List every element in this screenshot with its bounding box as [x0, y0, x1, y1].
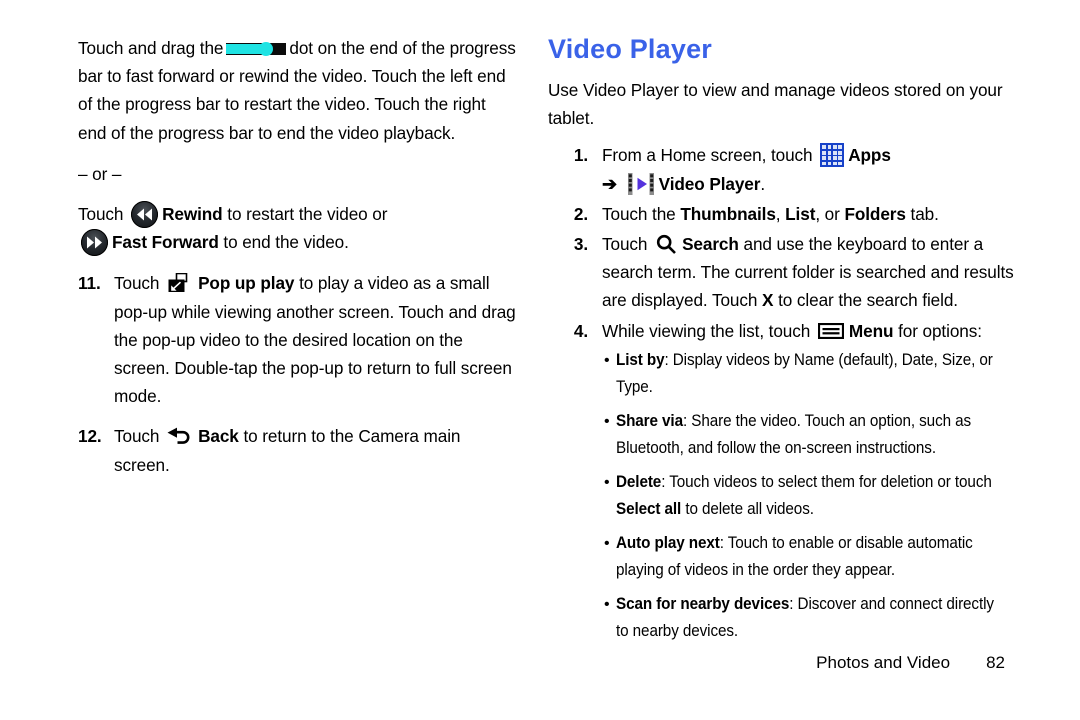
step-12-number: 12.: [78, 426, 102, 447]
fast-forward-trailing-text: to end the video.: [223, 232, 349, 253]
video-player-label: Video Player: [658, 173, 761, 194]
rewind-icon: [131, 201, 159, 229]
folders-tab-label: Folders: [844, 203, 906, 224]
option-share-via-label: Share via: [616, 411, 683, 430]
paragraph-progress-bar-text-before: Touch and drag the: [78, 38, 224, 58]
bullet-icon: •: [604, 412, 610, 430]
bullet-icon: •: [604, 534, 610, 552]
select-all-label: Select all: [616, 500, 682, 519]
search-label: Search: [682, 234, 739, 255]
step-1-lead-text: From a Home screen, touch: [602, 145, 813, 166]
list-tab-label: List: [785, 203, 816, 224]
step-12-lead-text: Touch: [114, 426, 160, 447]
option-list-by-text: : Display videos by Name (default), Date…: [616, 350, 993, 397]
numbered-step-1: 1. From a Home screen, touch Apps ➔ Vide…: [548, 141, 1026, 197]
step-4-text: for options:: [898, 320, 982, 341]
step-2-number: 2.: [573, 203, 588, 224]
step-2-text: tab.: [910, 203, 939, 224]
bullet-icon: •: [604, 473, 610, 491]
step-3-lead-text: Touch: [602, 234, 648, 255]
footer-chapter-name: Photos and Video: [816, 653, 951, 672]
search-icon: [656, 234, 676, 254]
option-share-via: • Share via: Share the video. Touch an o…: [548, 408, 1026, 463]
bullet-icon: •: [604, 351, 610, 369]
paragraph-progress-bar: Touch and drag the dot on the end of the …: [78, 34, 518, 147]
rewind-label: Rewind: [162, 204, 223, 225]
arrow-icon: ➔: [602, 173, 617, 194]
rewind-lead-text: Touch: [78, 204, 124, 225]
apps-grid-icon: [820, 143, 845, 168]
option-auto-play-next-label: Auto play next: [616, 533, 720, 552]
step-12-label: Back: [198, 426, 239, 447]
menu-label: Menu: [848, 320, 894, 341]
page-title: Video Player: [548, 34, 712, 64]
fast-forward-icon: [81, 229, 108, 257]
fast-forward-label: Fast Forward: [112, 232, 219, 253]
numbered-step-11: 11. Touch Pop up play to play a video as…: [78, 269, 518, 410]
step-2-lead-text: Touch the: [602, 203, 676, 224]
numbered-step-3: 3. Touch Search and use the keyboard to …: [548, 230, 1026, 315]
option-list-by: • List by: Display videos by Name (defau…: [548, 347, 1026, 402]
option-scan-nearby-devices-label: Scan for nearby devices: [616, 594, 790, 613]
right-column: Video Player Use Video Player to view an…: [548, 34, 1026, 652]
clear-x-label: X: [762, 290, 774, 311]
apps-label: Apps: [848, 145, 891, 166]
left-column: Touch and drag the dot on the end of the …: [78, 34, 518, 491]
document-page: Touch and drag the dot on the end of the …: [0, 0, 1080, 720]
video-player-film-icon: [627, 172, 654, 195]
menu-options-list: • List by: Display videos by Name (defau…: [548, 347, 1026, 646]
option-list-by-label: List by: [616, 350, 665, 369]
or-separator: – or –: [78, 163, 122, 184]
step-1-number: 1.: [573, 145, 588, 166]
numbered-step-2: 2. Touch the Thumbnails, List, or Folder…: [548, 200, 1026, 228]
page-footer: Photos and Video 82: [0, 653, 1005, 673]
step-2-sep-2: , or: [815, 203, 840, 224]
numbered-step-4: 4. While viewing the list, touch Menu fo…: [548, 317, 1026, 345]
option-delete-label: Delete: [616, 472, 662, 491]
step-11-lead-text: Touch: [114, 273, 160, 294]
footer-page-number: 82: [986, 653, 1005, 672]
step-2-sep-1: ,: [775, 203, 781, 224]
step-12-text: to return to the Camera main screen.: [114, 426, 461, 475]
step-3-text-end: to clear the search field.: [778, 290, 958, 311]
option-delete-text-end: to delete all videos.: [681, 500, 814, 519]
pop-up-play-icon: [168, 273, 193, 293]
numbered-step-12: 12. Touch Back to return to the Camera m…: [78, 422, 518, 478]
back-icon: [167, 425, 193, 445]
rewind-trailing-text: to restart the video or: [227, 204, 388, 225]
option-delete-text: : Touch videos to select them for deleti…: [661, 472, 992, 491]
option-delete: • Delete: Touch videos to select them fo…: [548, 469, 1026, 524]
bullet-icon: •: [604, 595, 610, 613]
step-11-label: Pop up play: [198, 273, 295, 294]
step-3-number: 3.: [573, 234, 588, 255]
step-4-lead-text: While viewing the list, touch: [602, 320, 811, 341]
step-4-number: 4.: [573, 320, 588, 341]
thumbnails-tab-label: Thumbnails: [680, 203, 776, 224]
step-1-period: .: [760, 173, 766, 194]
paragraph-rewind-fastforward: Touch Rewind to restart the video or Fas…: [78, 200, 518, 257]
option-scan-nearby-devices: • Scan for nearby devices: Discover and …: [548, 591, 1026, 646]
progress-bar-icon: [226, 42, 287, 56]
option-auto-play-next: • Auto play next: Touch to enable or dis…: [548, 530, 1026, 585]
intro-paragraph: Use Video Player to view and manage vide…: [548, 80, 1003, 129]
step-11-number: 11.: [78, 273, 101, 294]
menu-icon: [817, 319, 845, 339]
